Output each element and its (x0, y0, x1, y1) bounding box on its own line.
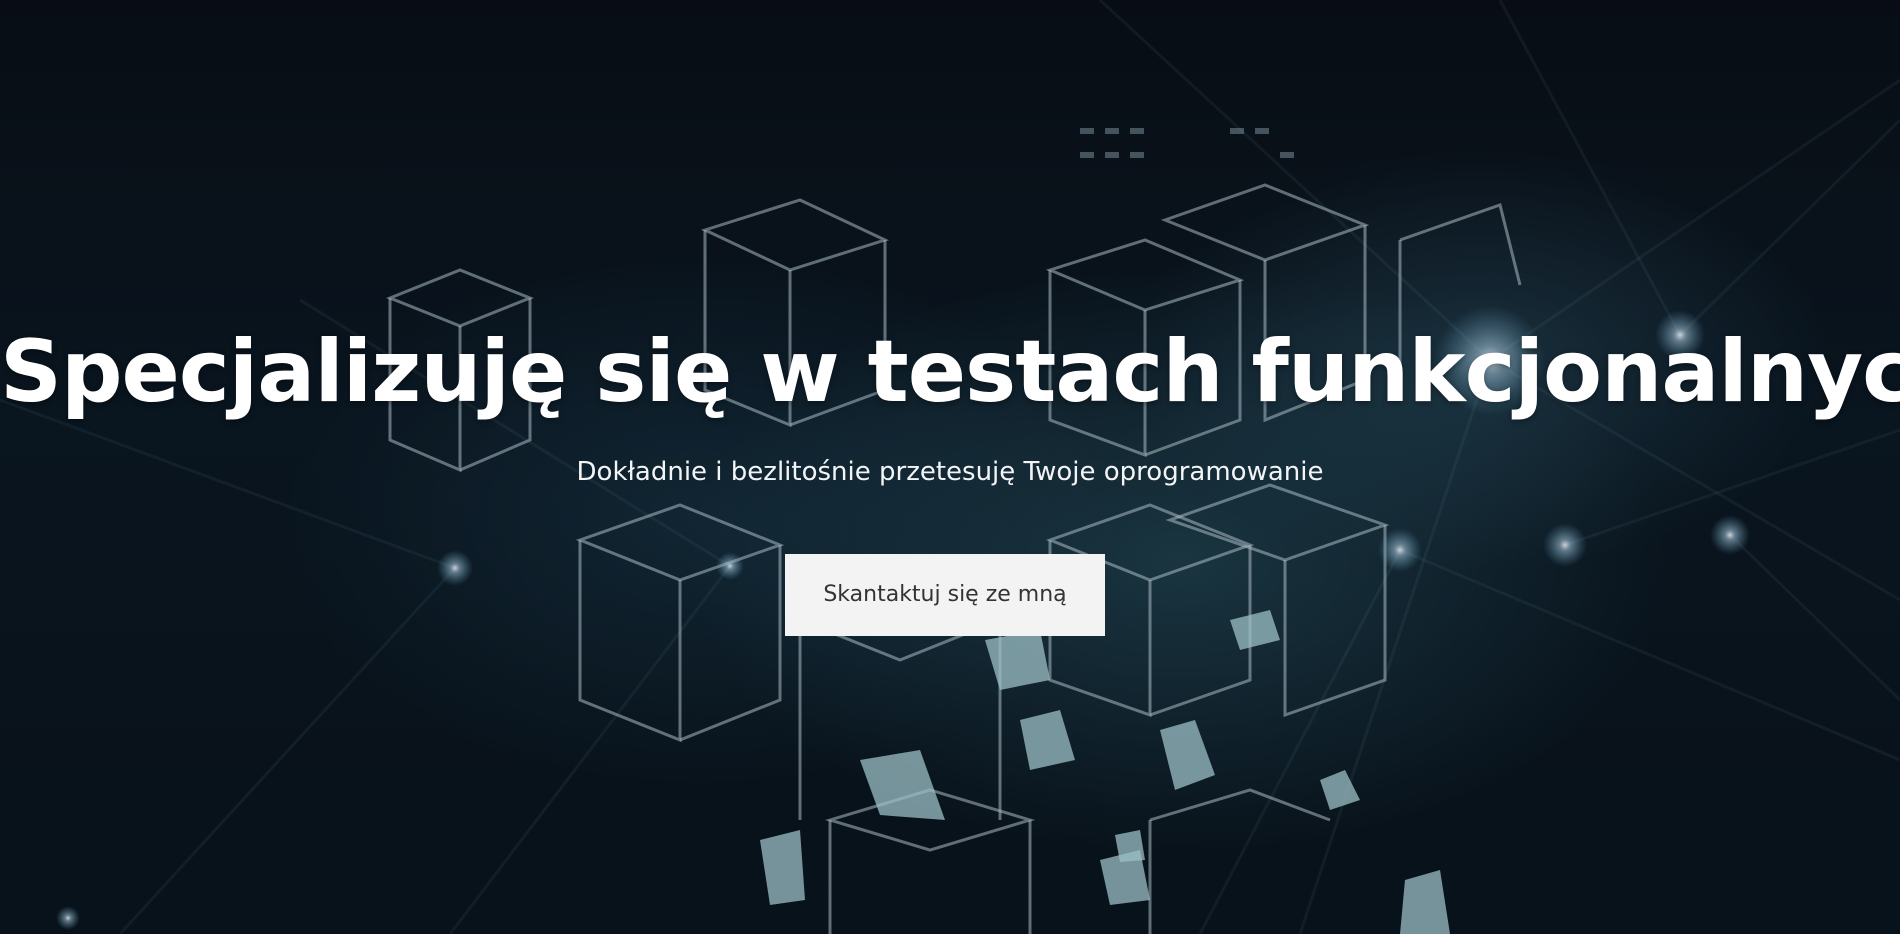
hero-section: Specjalizuję się w testach funkcjonalnyc… (0, 0, 1900, 934)
hero-title: Specjalizuję się w testach funkcjonalnyc… (0, 322, 1900, 422)
hero-subtitle: Dokładnie i bezlitośnie przetesuję Twoje… (576, 457, 1324, 487)
hero-content: Specjalizuję się w testach funkcjonalnyc… (0, 0, 1900, 934)
contact-button[interactable]: Skantaktuj się ze mną (785, 554, 1105, 636)
